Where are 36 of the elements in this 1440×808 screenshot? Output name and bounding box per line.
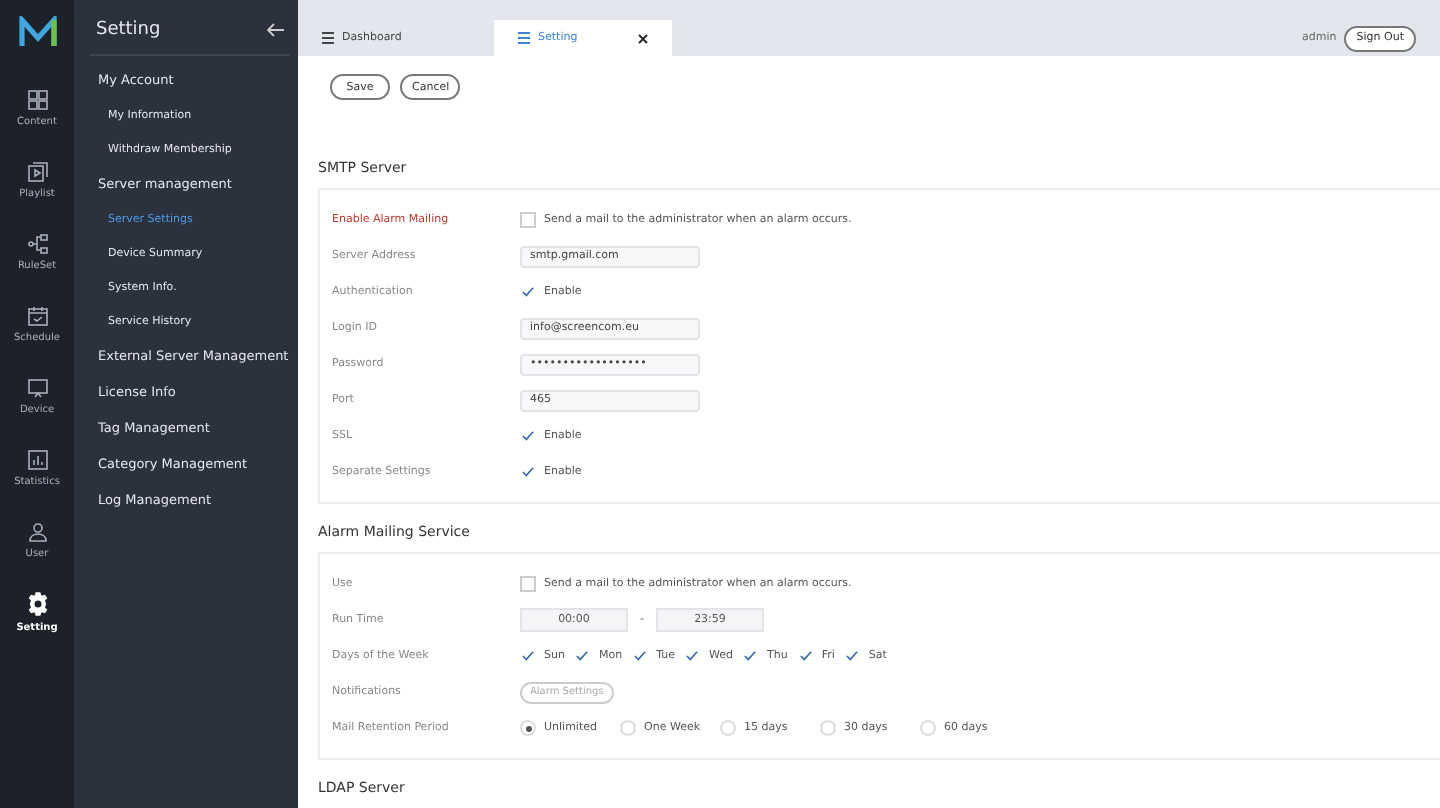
checkmark-icon [522,286,534,298]
radio-button[interactable] [620,720,636,736]
checkbox[interactable] [684,648,701,664]
checkmark-icon [799,650,812,662]
settings-icon [23,590,51,618]
checkmark-icon [522,650,534,662]
checkmark-icon [686,650,699,662]
close-icon[interactable] [638,33,648,43]
radio-button[interactable] [520,720,536,736]
checkmark-icon [522,430,534,442]
checkmark-icon [634,650,647,662]
checkbox[interactable] [797,648,814,664]
checkmark-icon [522,466,534,478]
monitor-icon [25,376,49,400]
checkbox[interactable] [632,648,649,664]
user-icon [25,520,49,544]
checkbox[interactable] [520,648,536,664]
chart-icon [25,448,49,472]
tree-icon [25,232,49,256]
radio-button[interactable] [820,720,836,736]
checkmark-icon [744,650,757,662]
radio-button[interactable] [920,720,936,736]
checkbox[interactable] [742,648,759,664]
checkmark-icon [576,650,589,662]
checkbox[interactable] [574,648,591,664]
checkbox[interactable] [520,464,536,480]
back-arrow-icon[interactable] [266,22,286,38]
checkbox[interactable] [520,284,536,300]
checkbox[interactable] [520,428,536,444]
menu-title: Setting [96,20,161,40]
calendar-icon [25,304,49,328]
radio-button[interactable] [720,720,736,736]
checkmark-icon [846,650,859,662]
playlist-icon [25,160,49,184]
logo-icon [17,16,57,48]
checkbox[interactable] [844,648,861,664]
